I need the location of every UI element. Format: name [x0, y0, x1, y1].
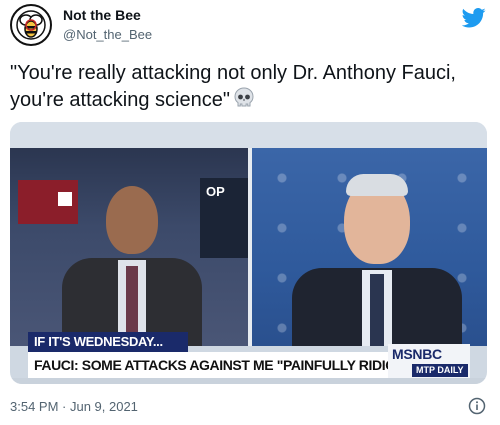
media-bottom-bar [10, 378, 487, 384]
info-icon[interactable] [468, 397, 486, 415]
anchor-head [106, 186, 158, 254]
network-bug: MSNBC MTP DAILY [388, 344, 470, 378]
studio-screen-op: OP [200, 178, 248, 258]
author-avatar[interactable] [10, 4, 52, 46]
lower-third-tag: IF IT'S WEDNESDAY... [28, 332, 188, 352]
studio-screen [18, 180, 78, 224]
tweet-timestamp[interactable]: 3:54 PM · Jun 9, 2021 [10, 399, 138, 414]
guest-panel [252, 148, 487, 346]
show-label: MTP DAILY [412, 364, 468, 377]
tweet-media-image[interactable]: OP IF IT'S WEDNESDAY... FAUCI: SOME ATTA… [10, 122, 487, 384]
skull-icon [234, 87, 254, 107]
msnbc-logo: MSNBC [392, 346, 442, 362]
studio-screen-text: OP [206, 184, 225, 199]
guest-hair [346, 174, 408, 196]
author-display-name[interactable]: Not the Bee [63, 7, 141, 23]
tweet-text: "You're really attacking not only Dr. An… [10, 60, 480, 114]
author-handle[interactable]: @Not_the_Bee [63, 27, 152, 42]
bee-logo-icon [16, 10, 46, 40]
studio-panel: OP [10, 148, 248, 346]
guest-tie [370, 274, 384, 346]
media-top-bar [10, 122, 487, 148]
lower-third-headline: FAUCI: SOME ATTACKS AGAINST ME "PAINFULL… [28, 352, 388, 378]
tweet-card: Not the Bee @Not_the_Bee "You're really … [0, 0, 500, 425]
twitter-bird-icon[interactable] [462, 8, 486, 28]
